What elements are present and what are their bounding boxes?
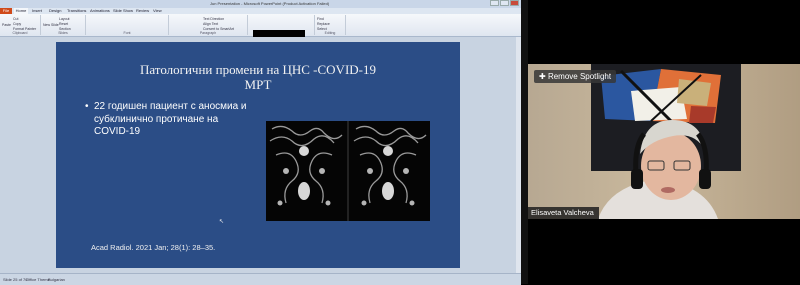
divider <box>521 0 528 284</box>
replace-button[interactable]: Replace <box>317 22 330 26</box>
mri-image <box>266 121 430 221</box>
group-label: Slides <box>58 31 68 35</box>
group-label: Clipboard <box>12 31 28 35</box>
slide-canvas[interactable]: Патологични промени на ЦНС -COVID-19 МРТ… <box>56 42 460 268</box>
paste-button[interactable]: Paste <box>2 23 11 27</box>
copy-button[interactable]: Copy <box>13 22 21 26</box>
powerpoint-window: Jun Presentation - Microsoft PowerPoint … <box>0 0 521 285</box>
bullet-point: • 22 годишен пациент с аносмиа и субклин… <box>85 101 255 139</box>
citation: Acad Radiol. 2021 Jan; 28(1): 28–35. <box>91 243 216 252</box>
remove-spotlight-button[interactable]: ✚ Remove Spotlight <box>534 70 617 83</box>
reset-button[interactable]: Reset <box>59 22 68 26</box>
clipboard-group: Paste Cut Copy Format Painter Clipboard <box>0 15 41 35</box>
slides-group: New Slide Layout Reset Section Slides <box>41 15 86 35</box>
layout-button[interactable]: Layout <box>59 17 70 21</box>
new-slide-button[interactable]: New Slide <box>43 23 59 27</box>
participant-video[interactable]: ✚ Remove Spotlight Elisaveta Valcheva <box>528 64 800 219</box>
title-bar: Jun Presentation - Microsoft PowerPoint … <box>0 0 521 8</box>
slide-subtitle: МРТ <box>244 77 272 92</box>
slide-counter: Slide 25 of 70 <box>3 277 28 282</box>
minimize-button[interactable] <box>490 0 499 6</box>
bullet-icon: • <box>85 101 89 112</box>
pin-icon: ✚ <box>539 72 546 81</box>
font-group: Font <box>86 15 169 35</box>
mri-scan-image <box>266 121 430 221</box>
cursor-icon: ↖ <box>219 219 225 225</box>
language-indicator: Bulgarian <box>48 277 65 282</box>
group-label: Paragraph <box>199 31 217 35</box>
group-label: Editing <box>324 31 336 35</box>
participant-name: Elisaveta Valcheva <box>528 207 599 219</box>
editing-group: Find Replace Select Editing <box>315 15 346 35</box>
bullet-text: 22 годишен пациент с аносмиа и субклинич… <box>94 101 247 137</box>
group-label: Font <box>123 31 131 35</box>
person-figure <box>598 120 718 219</box>
theme-name: Office Theme <box>26 277 50 282</box>
close-button[interactable] <box>510 0 519 6</box>
window-controls <box>490 0 519 6</box>
status-bar: Slide 25 of 70 Office Theme Bulgarian <box>0 273 521 285</box>
slide-title: Патологични промени на ЦНС -COVID-19 <box>139 62 376 77</box>
align-text-button[interactable]: Align Text <box>203 22 218 26</box>
ribbon: Paste Cut Copy Format Painter Clipboard … <box>0 14 521 42</box>
text-direction-button[interactable]: Text Direction <box>203 17 224 21</box>
remove-spotlight-label: Remove Spotlight <box>547 72 612 81</box>
window-title: Jun Presentation - Microsoft PowerPoint … <box>210 1 330 6</box>
maximize-button[interactable] <box>500 0 509 6</box>
paragraph-group: Text Direction Align Text Convert to Sma… <box>169 15 248 35</box>
cut-button[interactable]: Cut <box>13 17 18 21</box>
find-button[interactable]: Find <box>317 17 324 21</box>
